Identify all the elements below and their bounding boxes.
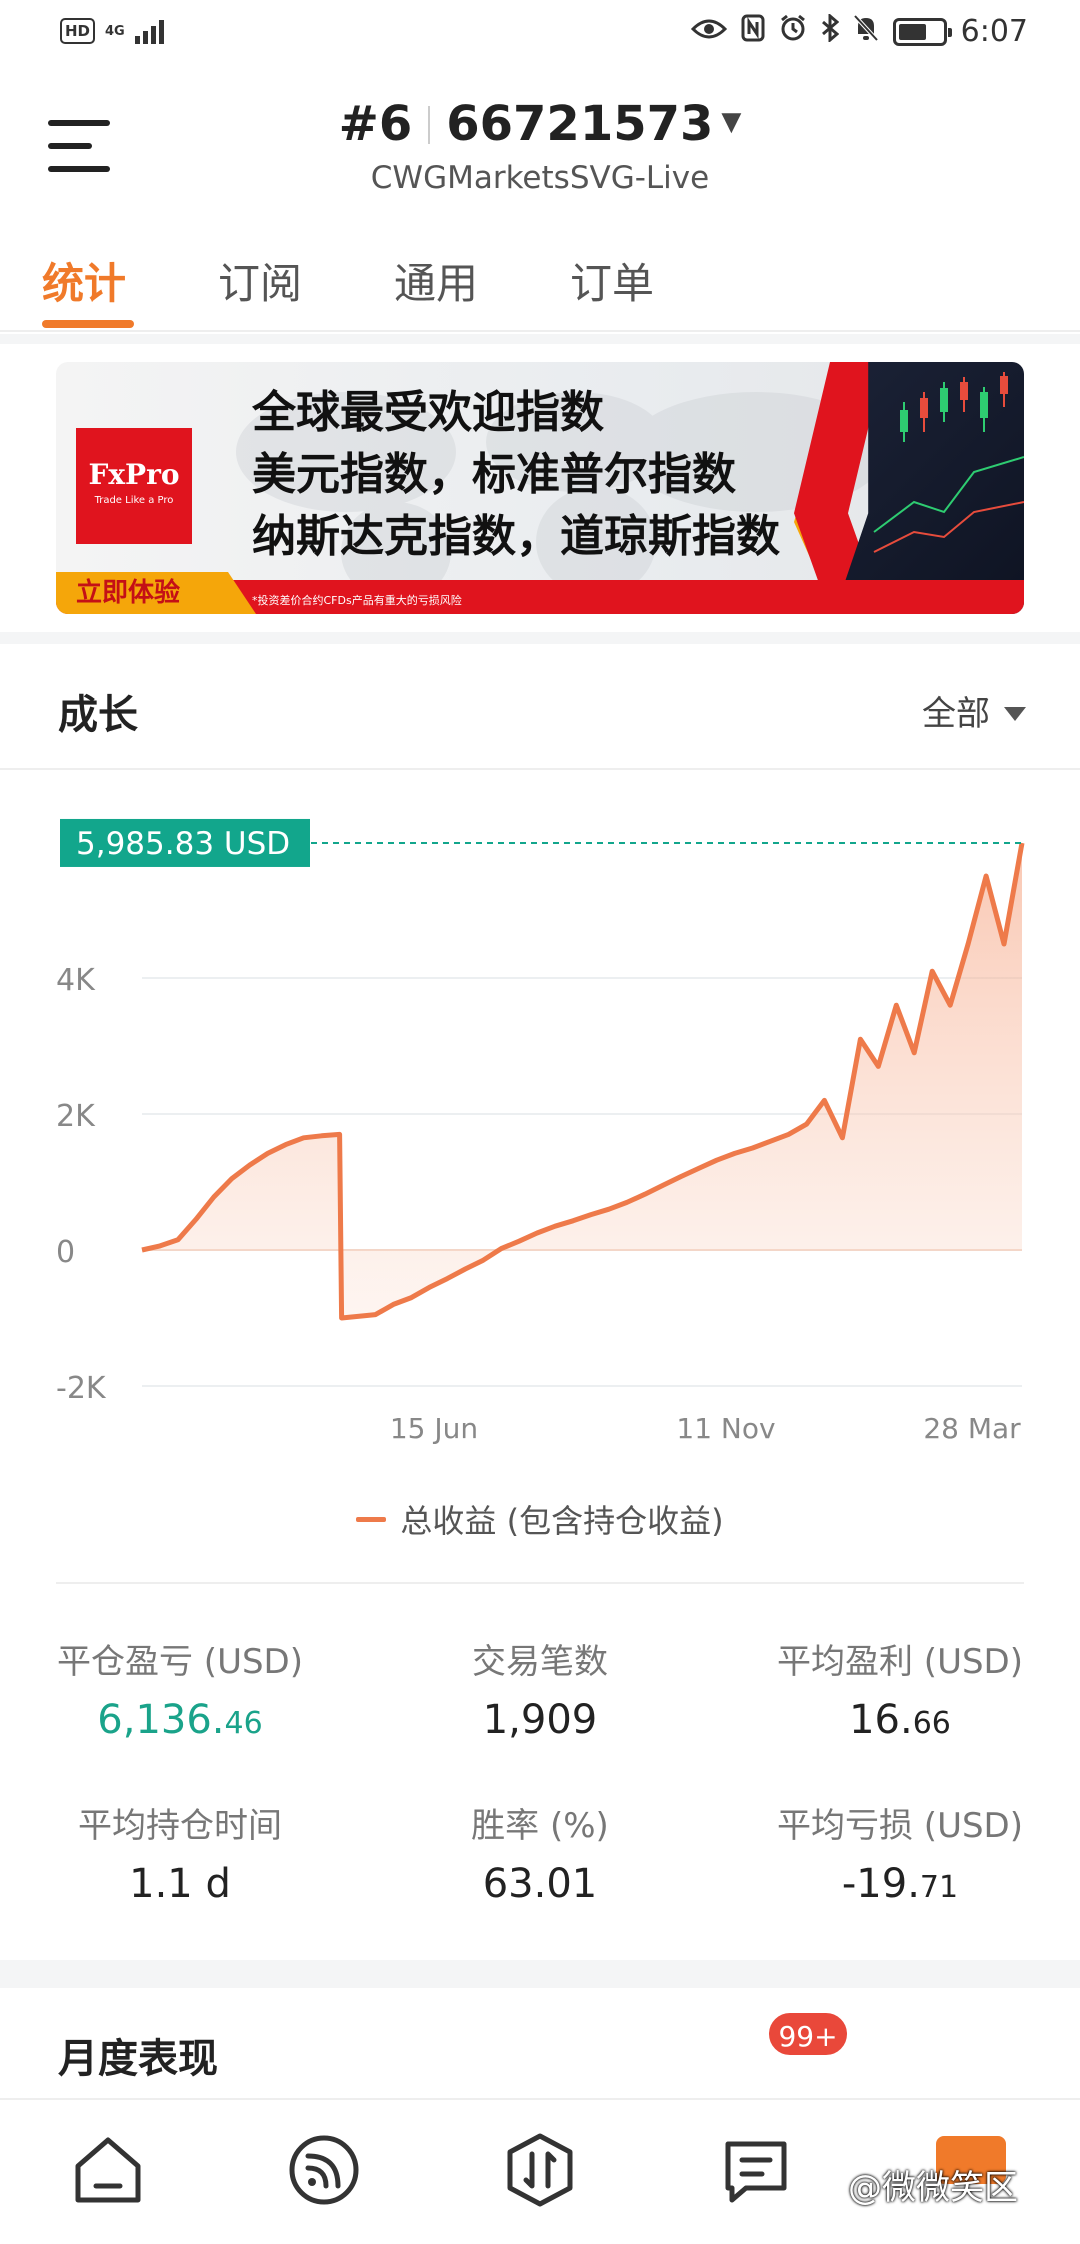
legend-label: 总收益 (包含持仓收益) (400, 1502, 724, 1540)
ad-banner[interactable]: FxPro Trade Like a Pro 全球最受欢迎指数 美元指数，标准普… (56, 362, 1024, 614)
stat-win-rate: 胜率 (%) 63.01 (360, 1798, 720, 1907)
tab-statistics[interactable]: 统计 (42, 250, 126, 311)
stat-value: 16.66 (849, 1697, 951, 1743)
growth-chart-svg: 4K 2K 0 -2K 15 Jun 11 Nov 28 Mar 5,985.83 USD (56, 818, 1025, 1445)
stat-label: 平仓盈亏 (USD) (57, 1642, 303, 1682)
x-tick-label: 11 Nov (676, 1412, 775, 1445)
stat-value: 6,136.46 (97, 1697, 263, 1743)
eye-icon (690, 15, 727, 48)
stat-label: 交易笔数 (472, 1642, 608, 1682)
alarm-icon (779, 14, 807, 49)
y-tick-label: -2K (56, 1371, 107, 1406)
stat-closed-pnl: 平仓盈亏 (USD) 6,136.46 (0, 1634, 360, 1743)
period-value: 全部 (922, 694, 990, 734)
clock: 6:07 (960, 14, 1028, 49)
divider (56, 1582, 1024, 1584)
status-right: 6:07 (690, 12, 1028, 49)
tab-general[interactable]: 通用 (394, 250, 478, 311)
battery-icon (892, 17, 952, 46)
growth-chart: 4K 2K 0 -2K 15 Jun 11 Nov 28 Mar 5,985.83 USD (0, 790, 1080, 1470)
account-selector[interactable]: #6 66721573 ▼ (0, 96, 1080, 152)
account-separator (428, 106, 431, 144)
feed-icon[interactable] (284, 2130, 364, 2210)
divider (0, 1960, 1080, 1988)
growth-header: 成长 全部 (0, 652, 1080, 770)
server-name: CWGMarketsSVG-Live (370, 160, 710, 196)
banner-line: 纳斯达克指数，道琼斯指数 (252, 511, 780, 562)
period-dropdown[interactable]: 全部 (922, 686, 1026, 735)
home-icon[interactable] (68, 2130, 148, 2210)
stat-label: 平均持仓时间 (78, 1806, 282, 1846)
stats-grid: 平仓盈亏 (USD) 6,136.46 交易笔数 1,909 平均盈利 (USD… (0, 1600, 1080, 1960)
stat-label: 胜率 (%) (471, 1806, 609, 1846)
unread-badge: 99+ (766, 2010, 850, 2058)
stat-trade-count: 交易笔数 1,909 (360, 1634, 720, 1743)
y-tick-label: 2K (56, 1099, 96, 1134)
y-tick-label: 0 (56, 1235, 75, 1270)
dropdown-caret-icon (1004, 707, 1026, 721)
nfc-icon (741, 14, 765, 49)
bluetooth-icon (821, 12, 839, 49)
current-value-label: 5,985.83 USD (76, 826, 290, 862)
stat-label: 平均盈利 (USD) (777, 1642, 1023, 1682)
status-bar: HD 4G 6:07 (0, 0, 1080, 72)
x-tick-label: 15 Jun (390, 1412, 478, 1445)
network-type: 4G (105, 23, 125, 39)
hd-badge: HD (60, 18, 96, 44)
stat-label: 平均亏损 (USD) (777, 1806, 1023, 1846)
stat-avg-loss: 平均亏损 (USD) -19.71 (720, 1798, 1080, 1907)
divider (0, 334, 1080, 344)
chart-legend: 总收益 (包含持仓收益) (0, 1496, 1080, 1542)
stat-value: 1.1 d (129, 1861, 231, 1907)
mute-bell-icon (853, 14, 879, 49)
x-tick-label: 28 Mar (923, 1412, 1021, 1445)
legend-swatch (356, 1517, 387, 1522)
divider (0, 632, 1080, 644)
active-tab-indicator (42, 320, 134, 328)
stat-value: -19.71 (841, 1861, 959, 1907)
stat-value: 1,909 (482, 1697, 598, 1743)
dropdown-caret-icon: ▼ (721, 107, 742, 137)
banner-line: 全球最受欢迎指数 (252, 387, 604, 438)
tab-subscribe[interactable]: 订阅 (218, 250, 302, 311)
tab-bar: 统计 订阅 通用 订单 (0, 232, 1080, 332)
risk-disclaimer: *投资差价合约CFDs产品有重大的亏损风险 (252, 594, 462, 607)
try-now-button[interactable]: 立即体验 (56, 572, 256, 614)
stat-value: 63.01 (482, 1861, 598, 1907)
stat-avg-profit: 平均盈利 (USD) 16.66 (720, 1634, 1080, 1743)
account-prefix: #6 (338, 96, 413, 152)
trade-icon[interactable] (500, 2130, 580, 2210)
watermark: @微微笑区 (848, 2168, 1018, 2208)
app-header: #6 66721573 ▼ CWGMarketsSVG-Live (0, 72, 1080, 212)
stat-avg-hold-time: 平均持仓时间 1.1 d (0, 1798, 360, 1907)
tab-orders[interactable]: 订单 (570, 250, 654, 311)
monthly-performance-title: 月度表现 (58, 2036, 218, 2082)
y-tick-label: 4K (56, 963, 96, 998)
status-left: HD 4G (60, 18, 164, 44)
banner-headline: 全球最受欢迎指数 美元指数，标准普尔指数 纳斯达克指数，道琼斯指数 (252, 382, 780, 568)
section-title: 成长 (58, 692, 138, 738)
message-icon[interactable] (716, 2130, 796, 2210)
account-number: 66721573 (446, 96, 714, 152)
banner-line: 美元指数，标准普尔指数 (252, 449, 736, 500)
series-area (142, 843, 1022, 1318)
fxpro-logo: FxPro Trade Like a Pro (76, 428, 192, 544)
signal-icon (134, 18, 164, 44)
